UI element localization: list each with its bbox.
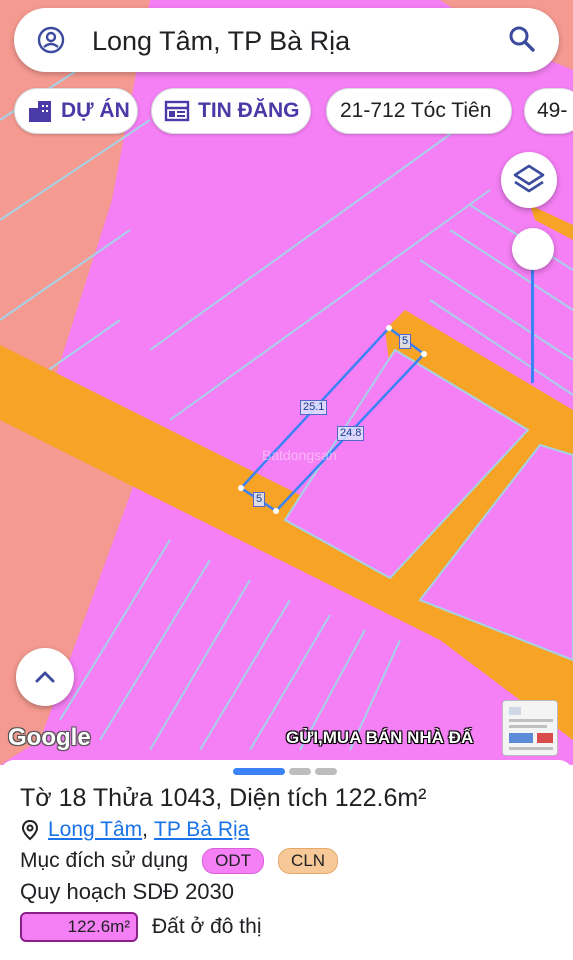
- search-icon[interactable]: [507, 24, 537, 54]
- parcel-title: Tờ 18 Thửa 1043, Diện tích 122.6m²: [20, 784, 427, 812]
- chip-49[interactable]: 49-: [524, 88, 573, 134]
- sheet-page-dot[interactable]: [315, 768, 337, 775]
- chip-du-an[interactable]: DỰ ÁN: [14, 88, 138, 134]
- plan-area-swatch: 122.6m²: [20, 912, 138, 942]
- edge-label-top: 5: [399, 334, 412, 349]
- usage-row: Mục đích sử dụng ODT CLN: [20, 848, 339, 874]
- search-bar[interactable]: Long Tâm, TP Bà Rịa: [14, 8, 559, 72]
- chip-tin-dang-label: TIN ĐĂNG: [198, 99, 300, 122]
- map-view[interactable]: Batdongsan 5 25.1 24.8 5 Long Tâm, TP Bà…: [0, 0, 573, 765]
- chip-toc-tien-label: 21-712 Tóc Tiên: [340, 99, 492, 122]
- edge-label-bottom: 5: [253, 492, 266, 507]
- location-separator: ,: [142, 818, 149, 841]
- usage-badge-odt: ODT: [202, 848, 265, 874]
- chip-du-an-label: DỰ ÁN: [61, 99, 130, 122]
- layers-button[interactable]: [501, 152, 557, 208]
- sheet-page-dot-active[interactable]: [233, 768, 285, 775]
- ad-thumbnail-image: [503, 701, 557, 755]
- layers-icon: [513, 164, 545, 193]
- plan-label: Quy hoạch SDĐ 2030: [20, 879, 235, 904]
- ad-thumbnail[interactable]: [502, 700, 558, 756]
- expand-button[interactable]: [16, 648, 74, 706]
- chip-toc-tien[interactable]: 21-712 Tóc Tiên: [326, 88, 512, 134]
- google-logo: Google: [8, 724, 91, 751]
- faint-watermark: Batdongsan: [262, 447, 337, 463]
- location-pin-icon: [21, 819, 39, 841]
- usage-label: Mục đích sử dụng: [20, 849, 189, 872]
- project-building-icon: [29, 101, 51, 122]
- location-city-link[interactable]: TP Bà Rịa: [154, 818, 249, 842]
- search-query[interactable]: Long Tâm, TP Bà Rịa: [92, 26, 350, 57]
- edge-label-left: 25.1: [300, 400, 328, 415]
- account-circle-icon[interactable]: [36, 25, 66, 55]
- opacity-slider-handle[interactable]: [512, 228, 554, 270]
- plan-row: 122.6m² Đất ở đô thị: [20, 912, 262, 942]
- chip-49-label: 49-: [537, 99, 568, 122]
- parcel-location: Long Tâm , TP Bà Rịa: [20, 818, 249, 842]
- ad-watermark: GỬI,MUA BÁN NHÀ ĐẤ: [286, 728, 474, 747]
- edge-label-right: 24.8: [337, 426, 365, 441]
- sheet-page-dot[interactable]: [289, 768, 311, 775]
- chevron-up-icon: [35, 671, 55, 683]
- chip-tin-dang[interactable]: TIN ĐĂNG: [151, 88, 311, 134]
- usage-badge-cln: CLN: [278, 848, 339, 874]
- listing-icon: [164, 100, 190, 122]
- info-sheet[interactable]: Tờ 18 Thửa 1043, Diện tích 122.6m² Long …: [0, 760, 573, 960]
- plan-area: 122.6m²: [67, 917, 130, 936]
- plan-land-use: Đất ở đô thị: [152, 915, 262, 938]
- location-ward-link[interactable]: Long Tâm: [48, 818, 142, 842]
